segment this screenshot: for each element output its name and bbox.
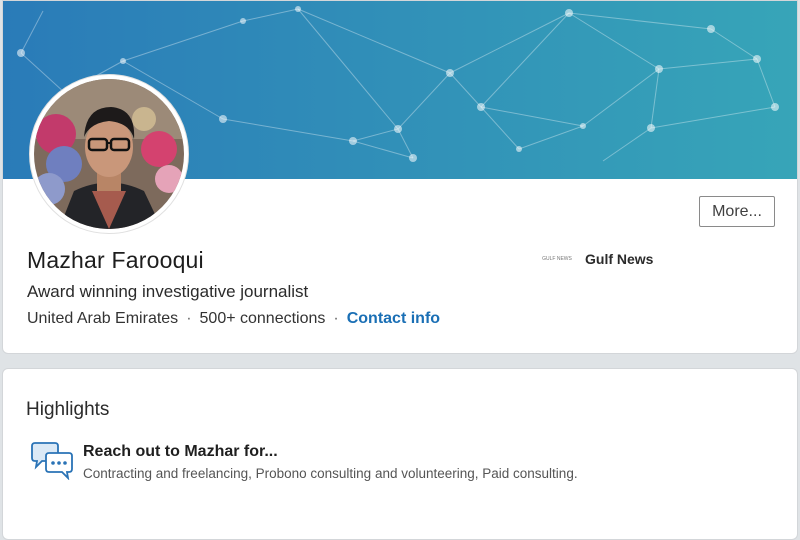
current-employer[interactable]: GULF NEWS Gulf News	[542, 251, 654, 267]
gulf-news-logo-icon: GULF NEWS	[542, 252, 572, 266]
highlight-heading[interactable]: Reach out to Mazhar for...	[83, 443, 278, 461]
profile-meta-line: United Arab Emirates · 500+ connections · Co…	[27, 310, 440, 328]
contact-info-link[interactable]: Contact info	[347, 310, 440, 327]
profile-connections[interactable]: 500+ connections	[200, 310, 326, 327]
profile-avatar[interactable]	[29, 74, 189, 234]
profile-card: More... Mazhar Farooqui Award winning in…	[2, 0, 798, 354]
employer-name: Gulf News	[585, 251, 654, 267]
profile-headline: Award winning investigative journalist	[27, 282, 309, 301]
separator-dot: ·	[333, 310, 339, 327]
more-button[interactable]: More...	[699, 196, 775, 227]
profile-photo-icon	[34, 79, 184, 229]
chat-bubbles-icon	[29, 442, 75, 485]
profile-location: United Arab Emirates	[27, 310, 179, 327]
highlights-title: Highlights	[26, 399, 110, 420]
highlights-card: Highlights Reach out to Mazhar for... Co…	[2, 368, 798, 540]
highlight-description: Contracting and freelancing, Probono con…	[83, 466, 578, 481]
separator-dot: ·	[186, 310, 192, 327]
profile-name: Mazhar Farooqui	[27, 247, 204, 273]
employer-logo-text: GULF NEWS	[542, 256, 572, 262]
